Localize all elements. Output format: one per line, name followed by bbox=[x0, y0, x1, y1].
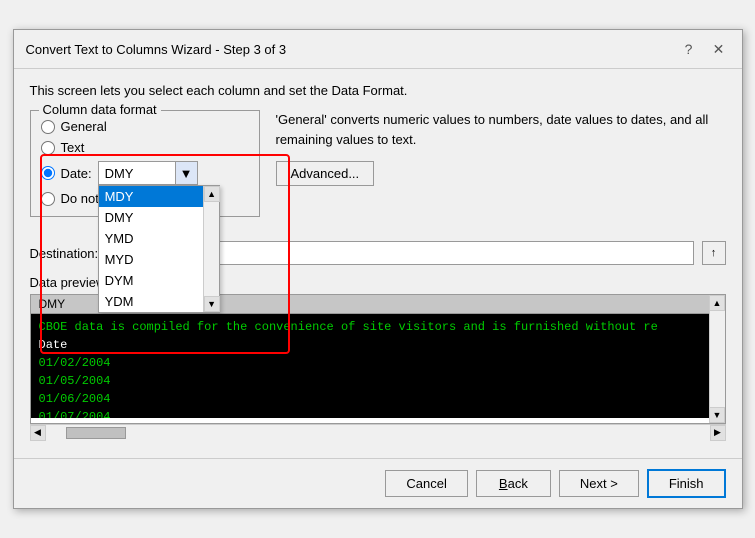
column-format-group: Column data format General Text Date: bbox=[30, 110, 260, 217]
titlebar-controls: ? ✕ bbox=[678, 38, 730, 60]
preview-line-1: Date bbox=[39, 336, 701, 354]
radio-text-label[interactable]: Text bbox=[61, 140, 85, 155]
finish-button[interactable]: Finish bbox=[647, 469, 726, 498]
dropdown-item-ymd[interactable]: YMD bbox=[99, 228, 203, 249]
scroll-thumb-horizontal[interactable] bbox=[66, 427, 126, 439]
scroll-right-button[interactable]: ▶ bbox=[710, 425, 726, 441]
scroll-up-button[interactable]: ▲ bbox=[709, 295, 725, 311]
bottom-bar: Cancel Back Next > Finish bbox=[14, 458, 742, 508]
scroll-track bbox=[204, 202, 219, 296]
main-area: Column data format General Text Date: bbox=[30, 110, 726, 227]
dropdown-item-myd[interactable]: MYD bbox=[99, 249, 203, 270]
preview-scrollbar-horizontal: ◀ ▶ bbox=[30, 424, 726, 440]
radio-date-label[interactable]: Date: bbox=[61, 166, 92, 181]
preview-line-4: 01/06/2004 bbox=[39, 390, 701, 408]
left-panel: Column data format General Text Date: bbox=[30, 110, 260, 227]
destination-label: Destination: bbox=[30, 246, 99, 261]
preview-inner: DMY CBOE data is compiled for the conven… bbox=[31, 295, 709, 423]
scroll-track-vertical bbox=[710, 311, 725, 407]
dropdown-item-mdy[interactable]: MDY bbox=[99, 186, 203, 207]
preview-container: DMY CBOE data is compiled for the conven… bbox=[30, 294, 726, 424]
cancel-button[interactable]: Cancel bbox=[385, 470, 467, 497]
right-panel: 'General' converts numeric values to num… bbox=[276, 110, 726, 227]
date-select-wrapper: DMY ▼ MDY DMY YMD MYD bbox=[98, 161, 249, 185]
date-dropdown: MDY DMY YMD MYD DYM YDM ▲ bbox=[98, 185, 220, 313]
dialog: Convert Text to Columns Wizard - Step 3 … bbox=[13, 29, 743, 509]
radio-general[interactable] bbox=[41, 120, 55, 134]
dropdown-item-dym[interactable]: DYM bbox=[99, 270, 203, 291]
radio-date-row: Date: DMY ▼ MDY DMY bbox=[41, 161, 249, 185]
preview-line-3: 01/05/2004 bbox=[39, 372, 701, 390]
radio-text[interactable] bbox=[41, 141, 55, 155]
destination-pick-button[interactable]: ↑ bbox=[702, 241, 726, 265]
help-button[interactable]: ? bbox=[678, 38, 700, 60]
preview-data: CBOE data is compiled for the convenienc… bbox=[31, 314, 709, 418]
content-area: This screen lets you select each column … bbox=[14, 69, 742, 450]
back-button[interactable]: Back bbox=[476, 470, 551, 497]
scroll-down-button[interactable]: ▼ bbox=[709, 407, 725, 423]
radio-text-row: Text bbox=[41, 140, 249, 155]
radio-general-label[interactable]: General bbox=[61, 119, 107, 134]
description: This screen lets you select each column … bbox=[30, 83, 726, 98]
radio-donot[interactable] bbox=[41, 192, 55, 206]
dialog-title: Convert Text to Columns Wizard - Step 3 … bbox=[26, 42, 287, 57]
close-button[interactable]: ✕ bbox=[708, 38, 730, 60]
scroll-track-horizontal bbox=[46, 425, 710, 440]
scroll-up-btn[interactable]: ▲ bbox=[204, 186, 220, 202]
scroll-down-btn[interactable]: ▼ bbox=[204, 296, 220, 312]
date-value-display: DMY bbox=[99, 166, 175, 181]
group-box-label: Column data format bbox=[39, 102, 161, 117]
dropdown-scrollbar: ▲ ▼ bbox=[203, 186, 219, 312]
dropdown-item-dmy[interactable]: DMY bbox=[99, 207, 203, 228]
advanced-button[interactable]: Advanced... bbox=[276, 161, 375, 186]
date-dropdown-arrow[interactable]: ▼ bbox=[175, 162, 197, 184]
preview-scrollbar-vertical: ▲ ▼ bbox=[709, 295, 725, 423]
next-button[interactable]: Next > bbox=[559, 470, 639, 497]
preview-line-0: CBOE data is compiled for the convenienc… bbox=[39, 318, 701, 336]
radio-general-row: General bbox=[41, 119, 249, 134]
preview-line-2: 01/02/2004 bbox=[39, 354, 701, 372]
scroll-left-button[interactable]: ◀ bbox=[30, 425, 46, 441]
preview-line-5: 01/07/2004 bbox=[39, 408, 701, 418]
general-description: 'General' converts numeric values to num… bbox=[276, 110, 726, 149]
radio-date[interactable] bbox=[41, 166, 55, 180]
titlebar: Convert Text to Columns Wizard - Step 3 … bbox=[14, 30, 742, 69]
dropdown-item-ydm[interactable]: YDM bbox=[99, 291, 203, 312]
